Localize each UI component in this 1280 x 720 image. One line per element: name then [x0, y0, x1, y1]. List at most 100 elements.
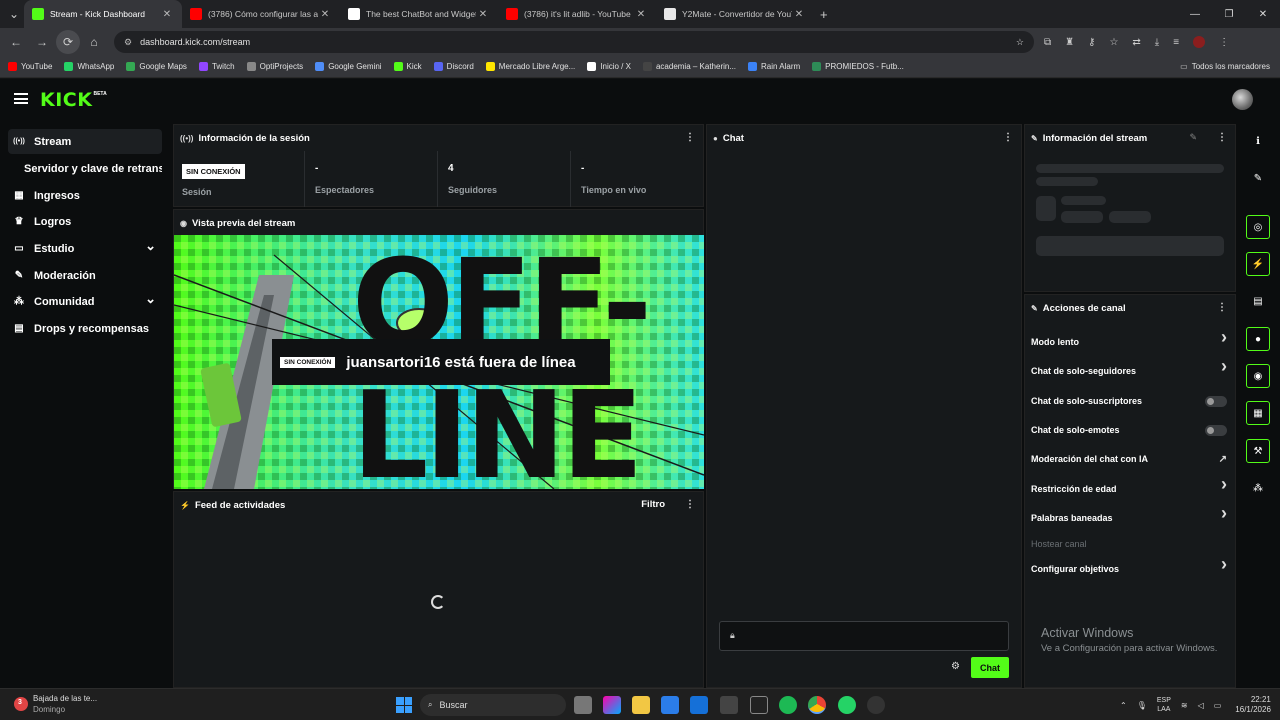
bookmark-item[interactable]: Mercado Libre Arge... — [485, 62, 575, 71]
channel-action-item[interactable]: Restricción de edad › — [1031, 474, 1227, 499]
sidebar-item-4[interactable]: ♛ Logros — [8, 209, 162, 234]
new-tab-button[interactable]: + — [820, 7, 828, 22]
info-icon[interactable]: ℹ — [1246, 129, 1270, 153]
download-icon[interactable]: ⤓ — [1155, 37, 1159, 48]
spotify-icon[interactable] — [779, 696, 797, 714]
sidebar-item-1[interactable]: ((•)) Stream — [8, 129, 162, 154]
close-tab-icon[interactable]: ✕ — [160, 9, 174, 20]
bookmark-star-icon[interactable]: ☆ — [1016, 37, 1024, 48]
channel-action-item[interactable]: Palabras baneadas › — [1031, 503, 1227, 528]
search-box[interactable]: ⌕ Buscar — [420, 694, 566, 716]
menu-icon[interactable]: ⋮ — [1219, 37, 1229, 48]
sidebar-item-2[interactable]: Servidor y clave de retransm — [8, 156, 162, 181]
edit-icon[interactable]: ✎ — [1189, 132, 1197, 143]
chat-settings-icon[interactable]: ⚙ — [951, 661, 960, 672]
whatsapp-icon[interactable] — [838, 696, 856, 714]
all-bookmarks-button[interactable]: ▭ Todos los marcadores — [1180, 62, 1270, 71]
epic-games-icon[interactable] — [750, 696, 768, 714]
close-tab-icon[interactable]: ✕ — [792, 9, 806, 20]
filter-button[interactable]: Filtro — [641, 499, 665, 510]
close-window-icon[interactable]: ✕ — [1246, 9, 1280, 20]
browser-tab[interactable]: (3786) it's lit adlib - YouTube ✕ — [498, 0, 656, 28]
wrench-icon[interactable]: ⚒ — [1246, 439, 1270, 463]
reload-icon[interactable]: ⟳ — [56, 30, 80, 54]
users-icon[interactable]: ⁂ — [1246, 476, 1270, 500]
sidebar-item-3[interactable]: ▦ Ingresos — [8, 183, 162, 208]
server-icon[interactable]: ▦ — [1246, 401, 1270, 425]
more-options-icon[interactable]: ⋮ — [685, 499, 695, 510]
tray-chevron-icon[interactable]: ⌃ — [1120, 701, 1127, 710]
chat-icon[interactable]: ● — [1246, 327, 1270, 351]
chrome-icon[interactable] — [808, 696, 826, 714]
minimize-icon[interactable]: — — [1178, 9, 1212, 20]
outlook-icon[interactable] — [690, 696, 708, 714]
sidebar-item-6[interactable]: ✎ Moderación — [8, 263, 162, 288]
clock[interactable]: 22:21 16/1/2026 — [1235, 695, 1271, 715]
bookmark-item[interactable]: Discord — [433, 62, 474, 71]
user-avatar[interactable] — [1232, 89, 1253, 110]
start-icon[interactable] — [396, 697, 412, 713]
chat-send-button[interactable]: Chat — [971, 657, 1009, 678]
bookmark-item[interactable]: academia – Katherin... — [642, 62, 736, 71]
bookmark-item[interactable]: Google Gemini — [315, 62, 382, 71]
language-indicator[interactable]: ESP LAA — [1157, 696, 1171, 714]
close-tab-icon[interactable]: ✕ — [318, 9, 332, 20]
battery-icon[interactable]: ▭ — [1214, 701, 1222, 710]
back-icon[interactable]: ← — [4, 30, 28, 54]
more-options-icon[interactable]: ⋮ — [1003, 132, 1013, 143]
store-icon[interactable] — [661, 696, 679, 714]
chevron-down-icon[interactable]: ⌄ — [145, 238, 156, 254]
bookmark-item[interactable]: Rain Alarm — [748, 62, 800, 71]
task-view-icon[interactable] — [574, 696, 592, 714]
microphone-icon[interactable]: 🎙︎ — [1137, 701, 1147, 710]
profile-icon[interactable] — [1193, 36, 1206, 48]
extension-icon[interactable]: ⧉ — [1044, 37, 1051, 48]
toggle-switch[interactable] — [1205, 395, 1227, 407]
camera-icon[interactable]: ◎ — [1246, 215, 1270, 239]
app-icon[interactable] — [720, 696, 738, 714]
sidebar-item-8[interactable]: ▤ Drops y recompensas — [8, 316, 162, 341]
channel-action-item[interactable]: Chat de solo-emotes — [1031, 420, 1227, 440]
close-tab-icon[interactable]: ✕ — [634, 9, 648, 20]
notes-icon[interactable]: ▤ — [1246, 289, 1270, 313]
extension-icon[interactable]: ☆ — [1109, 37, 1118, 48]
browser-tab[interactable]: Stream - Kick Dashboard ✕ — [24, 0, 182, 28]
url-bar[interactable]: ⚙ dashboard.kick.com/stream ☆ — [114, 31, 1034, 53]
news-widget[interactable]: 3 Bajada de las te... Domingo — [14, 694, 97, 714]
forward-icon[interactable]: → — [30, 30, 54, 54]
sidebar-item-7[interactable]: ⁂ Comunidad ⌄ — [8, 289, 162, 314]
file-explorer-icon[interactable] — [632, 696, 650, 714]
channel-action-item[interactable]: Chat de solo-suscriptores — [1031, 391, 1227, 411]
home-icon[interactable]: ⌂ — [82, 30, 106, 54]
chat-input[interactable]: 🔒︎ — [719, 621, 1009, 651]
bookmark-item[interactable]: OptiProjects — [246, 62, 303, 71]
copilot-icon[interactable] — [603, 696, 621, 714]
channel-action-item[interactable]: Configurar objetivos › — [1031, 554, 1227, 579]
media-icon[interactable]: ≡ — [1173, 37, 1179, 48]
edit-icon[interactable]: ✎ — [1246, 166, 1270, 190]
restore-icon[interactable]: ❐ — [1212, 9, 1246, 20]
more-options-icon[interactable]: ⋮ — [1217, 302, 1227, 313]
site-info-icon[interactable]: ⚙ — [124, 37, 132, 48]
bookmark-item[interactable]: WhatsApp — [64, 62, 114, 71]
hamburger-menu-icon[interactable] — [14, 93, 28, 104]
bookmark-item[interactable]: Google Maps — [126, 62, 187, 71]
extension-icon[interactable]: ♜ — [1065, 37, 1074, 48]
sidebar-item-5[interactable]: ▭ Estudio ⌄ — [8, 236, 162, 261]
lightning-icon[interactable]: ⚡ — [1246, 252, 1270, 276]
app-icon[interactable] — [867, 696, 885, 714]
bookmark-item[interactable]: PROMIEDOS - Futb... — [812, 62, 904, 71]
more-options-icon[interactable]: ⋮ — [1217, 132, 1227, 143]
more-options-icon[interactable]: ⋮ — [685, 132, 695, 143]
bookmark-item[interactable]: Kick — [393, 62, 422, 71]
browser-tab[interactable]: Y2Mate - Convertidor de YouTu ✕ — [656, 0, 814, 28]
extension-icon[interactable]: ⚷ — [1088, 37, 1095, 48]
volume-icon[interactable]: ◁ — [1198, 701, 1204, 710]
wifi-icon[interactable]: ≋ — [1181, 701, 1188, 710]
channel-action-item[interactable]: Chat de solo-seguidores › — [1031, 356, 1227, 381]
channel-action-item[interactable]: Modo lento › — [1031, 327, 1227, 352]
bookmark-item[interactable]: YouTube — [8, 62, 52, 71]
browser-tab[interactable]: The best ChatBot and Widgets ✕ — [340, 0, 498, 28]
close-tab-icon[interactable]: ✕ — [476, 9, 490, 20]
browser-tab[interactable]: (3786) Cómo configurar las aler ✕ — [182, 0, 340, 28]
